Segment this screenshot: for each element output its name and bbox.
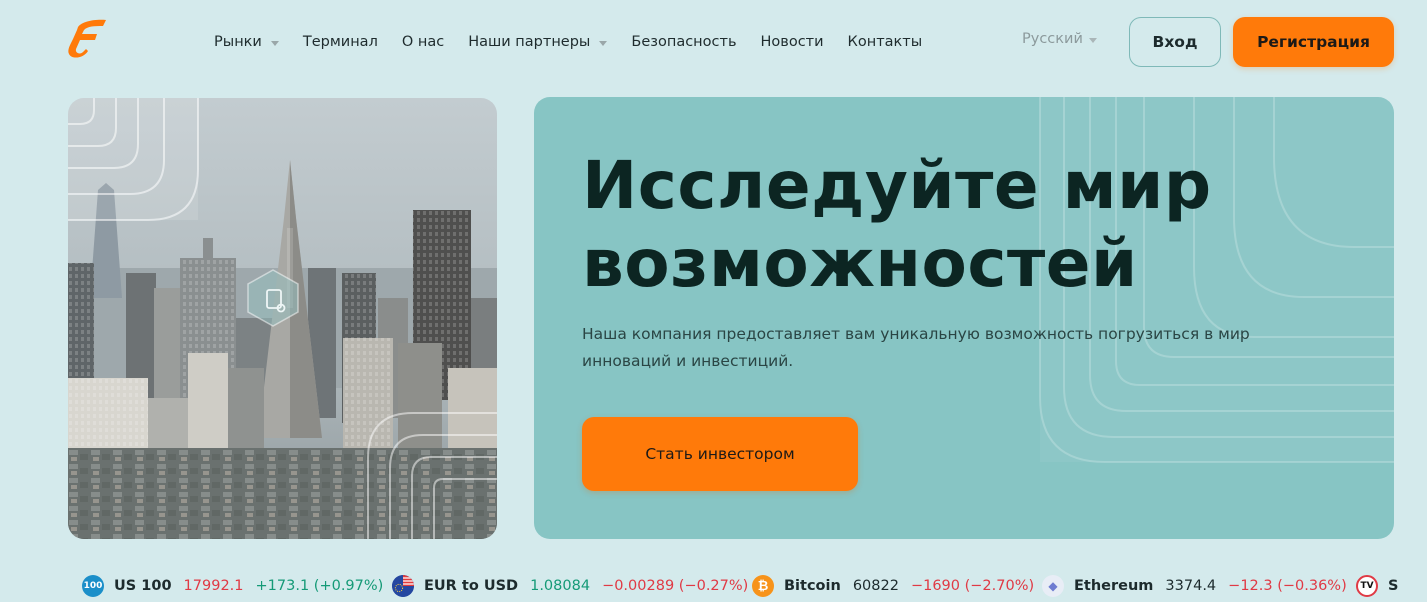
ethereum-icon: ◆ — [1042, 575, 1064, 597]
ticker-name: Ethereum — [1074, 578, 1154, 594]
ticker-item-tradingview[interactable]: TV S — [1356, 573, 1410, 599]
ticker-price: 3374.4 — [1165, 578, 1217, 594]
eu-us-flag-icon — [392, 575, 414, 597]
nav-item-label: Контакты — [847, 34, 923, 50]
nav-item-news[interactable]: Новости — [761, 34, 824, 50]
market-ticker: 100 US 100 17992.1 +173.1 (+0.97%) EUR t… — [0, 570, 1427, 602]
nav-item-label: Безопасность — [631, 34, 737, 50]
nav-item-contacts[interactable]: Контакты — [848, 34, 923, 50]
ticker-change: −0.00289 (−0.27%) — [602, 578, 749, 594]
main-nav: Рынки Терминал О нас Наши партнеры Безоп… — [214, 31, 946, 53]
nav-item-partners[interactable]: Наши партнеры — [468, 34, 608, 50]
site-header: Рынки Терминал О нас Наши партнеры Безоп… — [0, 0, 1427, 84]
nav-item-label: О нас — [401, 34, 445, 50]
chevron-down-icon — [599, 40, 608, 46]
language-selector[interactable]: Русский — [1022, 31, 1097, 47]
ticker-item-bitcoin[interactable]: ₿ Bitcoin 60822 −1690 (−2.70%) — [752, 573, 1034, 599]
tradingview-icon: TV — [1356, 575, 1378, 597]
nav-item-label: Новости — [760, 34, 824, 50]
hero-title: Исследуйте мир возможностей — [582, 147, 1212, 302]
ticker-item-us100[interactable]: 100 US 100 17992.1 +173.1 (+0.97%) — [82, 573, 383, 599]
ticker-price: 60822 — [852, 578, 899, 594]
ticker-name: Bitcoin — [784, 578, 841, 594]
nav-item-label: Рынки — [214, 34, 262, 50]
f-brand-logo-icon[interactable] — [66, 17, 110, 61]
chevron-down-icon — [270, 40, 279, 46]
ticker-change: −1690 (−2.70%) — [910, 578, 1035, 594]
nav-item-label: Наши партнеры — [468, 34, 591, 50]
city-skyline-image — [68, 98, 497, 539]
nav-item-about[interactable]: О нас — [402, 34, 444, 50]
ticker-change: −12.3 (−0.36%) — [1228, 578, 1347, 594]
hero-subtitle: Наша компания предоставляет вам уникальн… — [582, 325, 1250, 370]
bitcoin-icon: ₿ — [752, 575, 774, 597]
hero-section: Исследуйте мир возможностей Наша компани… — [534, 97, 1394, 539]
ticker-name: EUR to USD — [424, 578, 519, 594]
ticker-item-ethereum[interactable]: ◆ Ethereum 3374.4 −12.3 (−0.36%) — [1042, 573, 1347, 599]
ticker-price: 17992.1 — [183, 578, 244, 594]
ticker-change: +173.1 (+0.97%) — [255, 578, 384, 594]
nav-item-label: Терминал — [302, 34, 378, 50]
ticker-name: US 100 — [114, 578, 172, 594]
nav-item-terminal[interactable]: Терминал — [303, 34, 378, 50]
chevron-down-icon — [1088, 37, 1097, 43]
nav-item-markets[interactable]: Рынки — [214, 34, 279, 50]
language-label: Русский — [1022, 31, 1083, 47]
register-button[interactable]: Регистрация — [1233, 17, 1394, 67]
ticker-price: 1.08084 — [530, 578, 591, 594]
login-button[interactable]: Вход — [1129, 17, 1221, 67]
ticker-item-eurusd[interactable]: EUR to USD 1.08084 −0.00289 (−0.27%) — [392, 573, 748, 599]
nasdaq-100-icon: 100 — [82, 575, 104, 597]
nav-item-security[interactable]: Безопасность — [631, 34, 736, 50]
ticker-name: S — [1388, 578, 1399, 594]
become-investor-button[interactable]: Стать инвестором — [582, 417, 858, 491]
